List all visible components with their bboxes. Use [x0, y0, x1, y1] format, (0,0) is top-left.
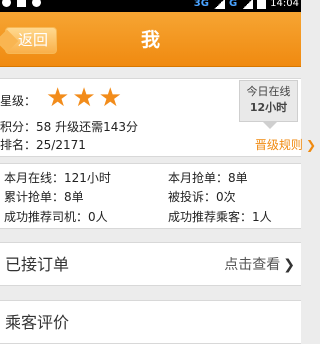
online-today-badge: 今日在线 12小时: [239, 80, 298, 129]
signal-icon: [212, 0, 225, 9]
complaints-stat: 被投诉：0次: [168, 190, 236, 204]
notification-icon: [32, 0, 41, 7]
star-rating: ★ ★ ★: [46, 84, 122, 112]
month-grabbed-stat: 本月抢单：8单: [168, 171, 248, 185]
referred-drivers-stat: 成功推荐司机：0人: [4, 210, 108, 224]
status-time: 14:04: [270, 0, 299, 9]
points-text: 积分：58 升级还需143分: [0, 120, 138, 134]
upgrade-rules-label: 晋级规则: [254, 138, 303, 152]
app-header: 我 返回: [0, 12, 301, 67]
star-icon: ★: [98, 83, 122, 113]
passenger-reviews-row[interactable]: 乘客评价: [0, 300, 301, 344]
level-label: 星级：: [0, 94, 37, 108]
stats-card: 本月在线：121小时 本月抢单：8单 累计抢单：8单 被投诉：0次 成功推荐司机…: [0, 163, 301, 229]
status-icons-right: 3G G 14:04: [194, 0, 299, 10]
rank-text: 排名：25/2171: [0, 138, 86, 152]
network-label: 3G: [193, 0, 209, 9]
referred-passengers-stat: 成功推荐乘客：1人: [168, 210, 272, 224]
back-button[interactable]: 返回: [5, 27, 57, 54]
star-icon: ★: [72, 83, 96, 113]
month-online-stat: 本月在线：121小时: [4, 171, 111, 185]
passenger-reviews-label: 乘客评价: [5, 313, 70, 332]
status-bar: 3G G 14:04: [0, 0, 301, 12]
upgrade-rules-link[interactable]: 晋级规则 ❯: [255, 137, 316, 153]
online-badge-title: 今日在线: [246, 85, 291, 98]
star-icon: ★: [46, 83, 70, 113]
usb-icon: [17, 0, 26, 7]
back-button-label: 返回: [18, 31, 49, 49]
accepted-orders-row[interactable]: 已接订单 点击查看 ❯: [0, 242, 301, 286]
signal-icon: [241, 0, 254, 9]
view-orders-action[interactable]: 点击查看 ❯: [224, 256, 295, 274]
status-icons-left: [2, 0, 41, 7]
chevron-right-icon: ❯: [283, 257, 295, 273]
notification-icon: [2, 0, 11, 7]
network-label: G: [228, 0, 238, 9]
chevron-right-icon: ❯: [305, 138, 316, 152]
battery-icon: [257, 0, 267, 9]
total-grabbed-stat: 累计抢单：8单: [4, 190, 84, 204]
view-orders-label: 点击查看: [224, 257, 281, 273]
accepted-orders-label: 已接订单: [5, 255, 70, 274]
online-badge-hours: 12小时: [249, 101, 288, 114]
